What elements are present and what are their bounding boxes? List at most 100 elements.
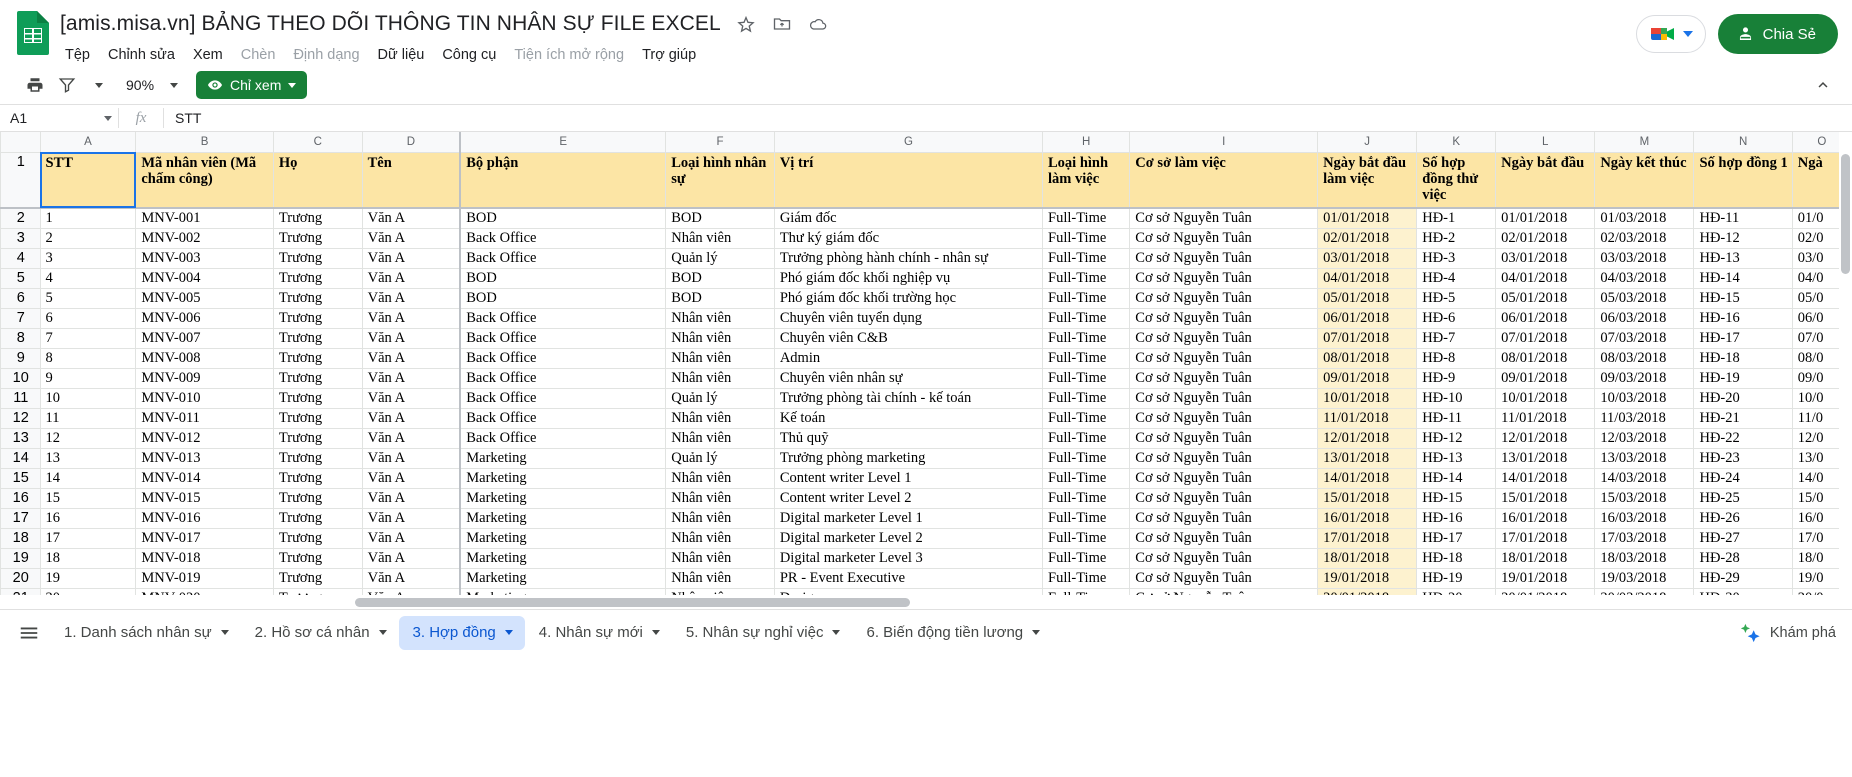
explore-button[interactable]: Khám phá [1729, 615, 1852, 651]
cell-I15[interactable]: Cơ sở Nguyễn Tuân [1129, 468, 1319, 489]
cell-C17[interactable]: Trương [272, 508, 363, 529]
cell-L15[interactable]: 14/01/2018 [1495, 468, 1596, 489]
cell-C15[interactable]: Trương [272, 468, 363, 489]
cell-A5[interactable]: 4 [39, 268, 137, 289]
cell-L7[interactable]: 06/01/2018 [1495, 308, 1596, 329]
cell-B14[interactable]: MNV-013 [135, 448, 274, 469]
cell-F12[interactable]: Nhân viên [665, 408, 775, 429]
cell-F20[interactable]: Nhân viên [665, 568, 775, 589]
cell-G18[interactable]: Digital marketer Level 2 [773, 528, 1044, 549]
cell-N7[interactable]: HĐ-16 [1693, 308, 1793, 329]
cell-J8[interactable]: 07/01/2018 [1317, 328, 1418, 349]
column-header-J[interactable]: J [1317, 132, 1418, 153]
cell-K11[interactable]: HĐ-10 [1416, 388, 1497, 409]
cell-A17[interactable]: 16 [39, 508, 137, 529]
cell-L17[interactable]: 16/01/2018 [1495, 508, 1596, 529]
cell-N9[interactable]: HĐ-18 [1693, 348, 1793, 369]
cell-K16[interactable]: HĐ-15 [1416, 488, 1497, 509]
cell-D12[interactable]: Văn A [361, 408, 462, 429]
sheet-tab-3[interactable]: 3. Hợp đồng [398, 615, 525, 650]
cell-I6[interactable]: Cơ sở Nguyễn Tuân [1129, 288, 1319, 309]
cell-L20[interactable]: 19/01/2018 [1495, 568, 1596, 589]
cell-B16[interactable]: MNV-015 [135, 488, 274, 509]
sheet-tab-6[interactable]: 6. Biến động tiền lương [852, 616, 1052, 650]
cell-K14[interactable]: HĐ-13 [1416, 448, 1497, 469]
cell-C14[interactable]: Trương [272, 448, 363, 469]
column-header-L[interactable]: L [1495, 132, 1596, 153]
cell-M1[interactable]: Ngày kết thúc [1594, 151, 1695, 209]
cell-M16[interactable]: 15/03/2018 [1594, 488, 1695, 509]
cell-F1[interactable]: Loại hình nhân sự [665, 151, 775, 209]
cell-K19[interactable]: HĐ-18 [1416, 548, 1497, 569]
cell-I17[interactable]: Cơ sở Nguyễn Tuân [1129, 508, 1319, 529]
cell-C18[interactable]: Trương [272, 528, 363, 549]
cell-E2[interactable]: BOD [459, 207, 667, 229]
row-header-5[interactable]: 5 [0, 268, 41, 289]
cell-G19[interactable]: Digital marketer Level 3 [773, 548, 1044, 569]
cell-J6[interactable]: 05/01/2018 [1317, 288, 1418, 309]
cell-B4[interactable]: MNV-003 [135, 248, 274, 269]
row-header-14[interactable]: 14 [0, 448, 41, 469]
cell-F11[interactable]: Quản lý [665, 388, 775, 409]
cell-G3[interactable]: Thư ký giám đốc [773, 228, 1044, 249]
cell-G9[interactable]: Admin [773, 348, 1044, 369]
cell-C20[interactable]: Trương [272, 568, 363, 589]
cell-E12[interactable]: Back Office [459, 408, 667, 429]
cell-B19[interactable]: MNV-018 [135, 548, 274, 569]
cell-N16[interactable]: HĐ-25 [1693, 488, 1793, 509]
cell-I8[interactable]: Cơ sở Nguyễn Tuân [1129, 328, 1319, 349]
cell-K18[interactable]: HĐ-17 [1416, 528, 1497, 549]
collapse-toolbar-button[interactable] [1808, 70, 1838, 100]
cell-E16[interactable]: Marketing [459, 488, 667, 509]
cell-J13[interactable]: 12/01/2018 [1317, 428, 1418, 449]
cell-G14[interactable]: Trưởng phòng marketing [773, 448, 1044, 469]
cell-B18[interactable]: MNV-017 [135, 528, 274, 549]
cell-D9[interactable]: Văn A [361, 348, 462, 369]
menu-item-extensions[interactable]: Tiện ích mở rộng [505, 44, 633, 66]
row-header-8[interactable]: 8 [0, 328, 41, 349]
cell-L18[interactable]: 17/01/2018 [1495, 528, 1596, 549]
cell-L14[interactable]: 13/01/2018 [1495, 448, 1596, 469]
cell-F3[interactable]: Nhân viên [665, 228, 775, 249]
cell-N2[interactable]: HĐ-11 [1693, 207, 1793, 229]
cell-F18[interactable]: Nhân viên [665, 528, 775, 549]
chevron-down-icon[interactable] [832, 630, 841, 635]
cell-J5[interactable]: 04/01/2018 [1317, 268, 1418, 289]
cell-A16[interactable]: 15 [39, 488, 137, 509]
cell-M20[interactable]: 19/03/2018 [1594, 568, 1695, 589]
cell-I7[interactable]: Cơ sở Nguyễn Tuân [1129, 308, 1319, 329]
cell-G2[interactable]: Giám đốc [773, 207, 1044, 229]
cell-J12[interactable]: 11/01/2018 [1317, 408, 1418, 429]
cell-L5[interactable]: 04/01/2018 [1495, 268, 1596, 289]
cell-J1[interactable]: Ngày bắt đầu làm việc [1317, 151, 1418, 209]
cell-K13[interactable]: HĐ-12 [1416, 428, 1497, 449]
cell-G1[interactable]: Vị trí [773, 151, 1044, 209]
vertical-scroll-thumb[interactable] [1841, 154, 1850, 274]
cell-C9[interactable]: Trương [272, 348, 363, 369]
cell-J3[interactable]: 02/01/2018 [1317, 228, 1418, 249]
cell-H20[interactable]: Full-Time [1041, 568, 1131, 589]
cell-D8[interactable]: Văn A [361, 328, 462, 349]
cell-G10[interactable]: Chuyên viên nhân sự [773, 368, 1044, 389]
column-header-D[interactable]: D [361, 132, 462, 153]
cell-J19[interactable]: 18/01/2018 [1317, 548, 1418, 569]
row-header-6[interactable]: 6 [0, 288, 41, 309]
cell-H17[interactable]: Full-Time [1041, 508, 1131, 529]
cell-C8[interactable]: Trương [272, 328, 363, 349]
cell-N4[interactable]: HĐ-13 [1693, 248, 1793, 269]
cell-C16[interactable]: Trương [272, 488, 363, 509]
cell-I11[interactable]: Cơ sở Nguyễn Tuân [1129, 388, 1319, 409]
page-title[interactable]: [amis.misa.vn] BẢNG THEO DÕI THÔNG TIN N… [60, 12, 721, 36]
cell-H1[interactable]: Loại hình làm việc [1041, 151, 1131, 209]
sheet-tab-1[interactable]: 1. Danh sách nhân sự [50, 616, 241, 650]
cell-C4[interactable]: Trương [272, 248, 363, 269]
cell-H15[interactable]: Full-Time [1041, 468, 1131, 489]
cell-L8[interactable]: 07/01/2018 [1495, 328, 1596, 349]
cell-A19[interactable]: 18 [39, 548, 137, 569]
cell-I3[interactable]: Cơ sở Nguyễn Tuân [1129, 228, 1319, 249]
cell-G4[interactable]: Trưởng phòng hành chính - nhân sự [773, 248, 1044, 269]
cell-E11[interactable]: Back Office [459, 388, 667, 409]
cell-H13[interactable]: Full-Time [1041, 428, 1131, 449]
column-header-A[interactable]: A [39, 132, 137, 153]
cell-F6[interactable]: BOD [665, 288, 775, 309]
